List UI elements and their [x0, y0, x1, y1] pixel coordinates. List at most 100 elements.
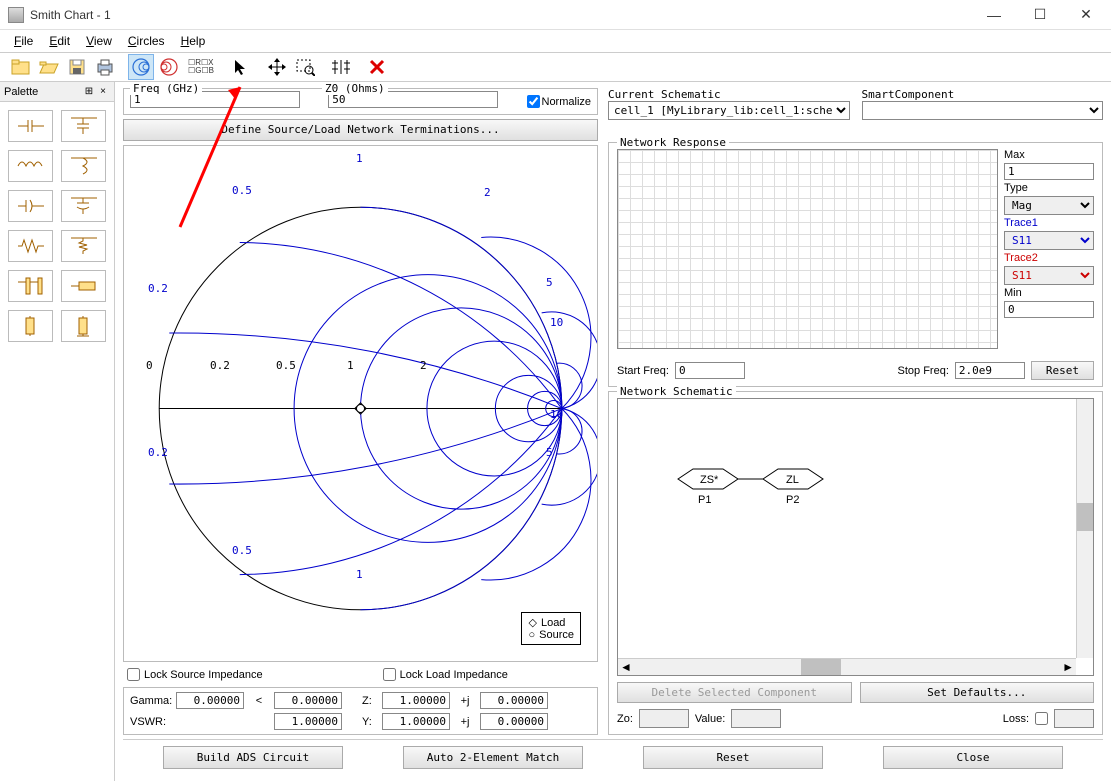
- sc-1b: 1: [356, 568, 363, 581]
- grid-snap-icon[interactable]: [328, 54, 354, 80]
- y-smith-icon[interactable]: [156, 54, 182, 80]
- palette-shunt-cap2[interactable]: [61, 190, 106, 222]
- smartcomponent-group: SmartComponent: [862, 88, 1104, 120]
- palette-series-res[interactable]: [8, 230, 53, 262]
- sc-axis-0: 0: [146, 359, 153, 372]
- close-button[interactable]: ✕: [1063, 0, 1109, 30]
- loss-label: Loss:: [1003, 713, 1029, 725]
- max-input[interactable]: [1004, 163, 1094, 180]
- resp-reset-button[interactable]: Reset: [1031, 361, 1094, 380]
- normalize-checkbox[interactable]: Normalize: [527, 95, 592, 108]
- palette-panel: Palette ⊞ ×: [0, 82, 115, 781]
- gamma-mag-input[interactable]: [176, 692, 244, 709]
- print-icon[interactable]: [92, 54, 118, 80]
- menu-edit[interactable]: Edit: [43, 32, 76, 50]
- svg-text:P1: P1: [698, 494, 711, 506]
- trace2-label: Trace2: [1004, 252, 1094, 264]
- menu-file[interactable]: File: [8, 32, 39, 50]
- schematic-scroll-h[interactable]: ◄►: [618, 658, 1076, 675]
- value-input[interactable]: [731, 709, 781, 728]
- current-schematic-select[interactable]: cell_1 [MyLibrary_lib:cell_1:schema: [608, 101, 850, 120]
- svg-text:P2: P2: [786, 494, 799, 506]
- trace2-select[interactable]: S11: [1004, 266, 1094, 285]
- svg-text:ZS*: ZS*: [700, 474, 719, 486]
- smith-chart[interactable]: 0.5 1 2 0.2 0.2 0 0.2 0.5 1 2 5 5 10 10 …: [123, 145, 598, 662]
- palette-shunt-cap[interactable]: [61, 110, 106, 142]
- open-folder-icon[interactable]: [36, 54, 62, 80]
- sc-10a: 10: [550, 316, 563, 329]
- zoom-rect-icon[interactable]: [292, 54, 318, 80]
- sc-axis-2: 2: [420, 359, 427, 372]
- minimize-button[interactable]: —: [971, 0, 1017, 30]
- netresp-title: Network Response: [617, 136, 729, 149]
- smith-legend: ◇ Load ○ Source: [521, 612, 581, 645]
- trace1-label: Trace1: [1004, 217, 1094, 229]
- palette-pin-icon[interactable]: ⊞: [82, 86, 96, 97]
- schematic-scroll-v[interactable]: [1076, 399, 1093, 658]
- palette-shunt-ind[interactable]: [61, 150, 106, 182]
- palette-tline-open[interactable]: [61, 270, 106, 302]
- sc-5a: 5: [546, 276, 553, 289]
- auto-match-button[interactable]: Auto 2-Element Match: [403, 746, 583, 769]
- save-icon[interactable]: [64, 54, 90, 80]
- sc-0.5b: 0.5: [232, 544, 252, 557]
- delete-x-icon[interactable]: [364, 54, 390, 80]
- min-label: Min: [1004, 287, 1094, 299]
- smartcomponent-select[interactable]: [862, 101, 1104, 120]
- freq-label: Freq (GHz): [130, 82, 202, 95]
- palette-shunt-res[interactable]: [61, 230, 106, 262]
- zo-input[interactable]: [639, 709, 689, 728]
- z-smith-icon[interactable]: [128, 54, 154, 80]
- lock-source-checkbox[interactable]: Lock Source Impedance: [127, 668, 263, 681]
- sc-label-2t: 2: [484, 186, 491, 199]
- maximize-button[interactable]: ☐: [1017, 0, 1063, 30]
- min-input[interactable]: [1004, 301, 1094, 318]
- y-real-input[interactable]: [382, 713, 450, 730]
- schematic-canvas[interactable]: ZS* P1 ZL P2 ◄►: [617, 398, 1094, 676]
- set-defaults-button[interactable]: Set Defaults...: [860, 682, 1095, 703]
- stop-freq-label: Stop Freq:: [898, 365, 949, 377]
- lock-load-checkbox[interactable]: Lock Load Impedance: [383, 668, 508, 681]
- palette-close-icon[interactable]: ×: [96, 86, 110, 97]
- menu-help[interactable]: Help: [175, 32, 212, 50]
- loss-checkbox[interactable]: [1035, 712, 1048, 725]
- vswr-input[interactable]: [274, 713, 342, 730]
- sc-5b: 5: [546, 446, 553, 459]
- build-ads-button[interactable]: Build ADS Circuit: [163, 746, 343, 769]
- freq-group: Freq (GHz) Z0 (Ohms) Normalize: [123, 88, 598, 115]
- type-select[interactable]: Mag: [1004, 196, 1094, 215]
- reset-button[interactable]: Reset: [643, 746, 823, 769]
- vswr-label: VSWR:: [130, 716, 170, 728]
- netsch-title: Network Schematic: [617, 385, 736, 398]
- type-label: Type: [1004, 182, 1094, 194]
- define-terminations-button[interactable]: Define Source/Load Network Terminations.…: [123, 119, 598, 141]
- loss-input[interactable]: [1054, 709, 1094, 728]
- response-plot[interactable]: [617, 149, 998, 349]
- pointer-icon[interactable]: [228, 54, 254, 80]
- palette-xformer1[interactable]: [8, 310, 53, 342]
- z-real-input[interactable]: [382, 692, 450, 709]
- palette-tline-short[interactable]: [8, 270, 53, 302]
- palette-xformer2[interactable]: [61, 310, 106, 342]
- z0-label: Z0 (Ohms): [322, 82, 388, 95]
- gamma-label: Gamma:: [130, 695, 170, 707]
- z-imag-input[interactable]: [480, 692, 548, 709]
- palette-series-cap2[interactable]: [8, 190, 53, 222]
- move-icon[interactable]: [264, 54, 290, 80]
- menu-view[interactable]: View: [80, 32, 118, 50]
- gamma-ang-input[interactable]: [274, 692, 342, 709]
- stop-freq-input[interactable]: [955, 362, 1025, 379]
- palette-series-cap[interactable]: [8, 110, 53, 142]
- chart-options-icon[interactable]: ☐R☐X☐G☐B: [184, 54, 218, 80]
- trace1-select[interactable]: S11: [1004, 231, 1094, 250]
- close-dialog-button[interactable]: Close: [883, 746, 1063, 769]
- y-imag-input[interactable]: [480, 713, 548, 730]
- menu-circles[interactable]: Circles: [122, 32, 171, 50]
- smartcomponent-label: SmartComponent: [862, 88, 1104, 101]
- delete-component-button[interactable]: Delete Selected Component: [617, 682, 852, 703]
- new-folder-icon[interactable]: [8, 54, 34, 80]
- start-freq-input[interactable]: [675, 362, 745, 379]
- toolbar: ☐R☐X☐G☐B: [0, 52, 1111, 82]
- palette-series-ind[interactable]: [8, 150, 53, 182]
- app-icon: [8, 7, 24, 23]
